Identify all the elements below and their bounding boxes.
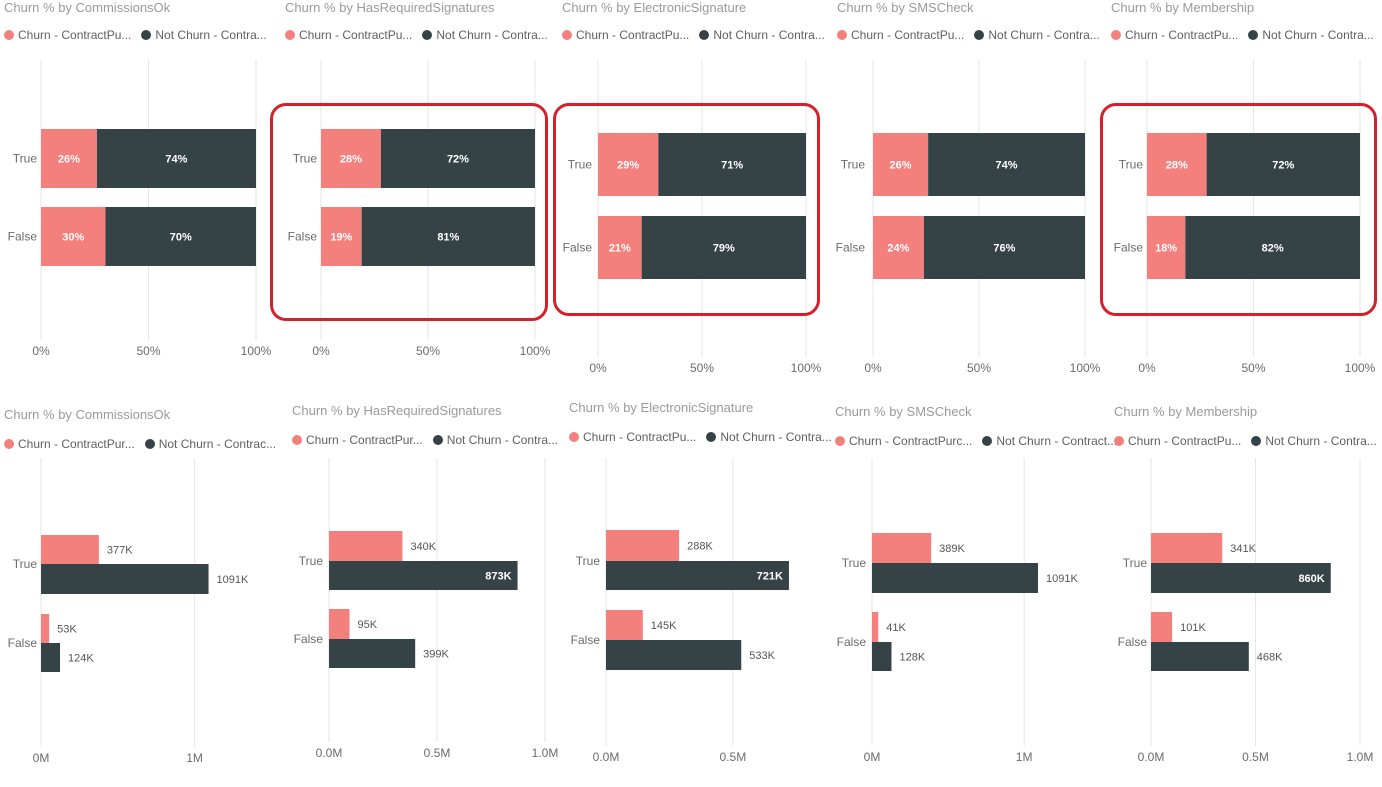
bar-not-churn[interactable]: [41, 564, 209, 594]
y-category-label: False: [1118, 635, 1148, 649]
bar-not-churn[interactable]: [41, 643, 61, 672]
x-tick-label: 0M: [864, 750, 881, 764]
bar-not-churn[interactable]: [329, 639, 416, 668]
bar-churn[interactable]: [329, 609, 350, 639]
x-tick-label: 1M: [1016, 750, 1033, 764]
bar-not-churn[interactable]: [872, 563, 1038, 593]
bar-churn[interactable]: [1151, 612, 1173, 642]
x-tick-label: 0%: [312, 344, 330, 358]
x-tick-label: 1M: [186, 751, 203, 765]
bar-churn[interactable]: [1151, 533, 1223, 563]
bar-churn[interactable]: [872, 612, 879, 642]
highlight-outline: [553, 103, 820, 316]
y-category-label: False: [8, 230, 38, 244]
bar-churn[interactable]: [606, 530, 680, 561]
x-tick-label: 0%: [864, 361, 882, 375]
data-label: 389K: [939, 543, 965, 555]
y-category-label: False: [8, 636, 38, 650]
x-tick-label: 1.0M: [1347, 750, 1374, 764]
data-label: 74%: [996, 160, 1018, 172]
data-label: 873K: [485, 571, 511, 583]
y-category-label: False: [837, 635, 867, 649]
data-label: 340K: [410, 541, 436, 553]
data-label: 399K: [423, 649, 449, 661]
data-label: 721K: [757, 571, 783, 583]
x-tick-label: 0.0M: [593, 750, 620, 764]
data-label: 341K: [1230, 543, 1256, 555]
chart-plot: 0M 1M 377K 1091K True 53K 124K False: [8, 458, 249, 765]
x-tick-label: 0.5M: [720, 750, 747, 764]
data-label: 533K: [749, 650, 775, 662]
data-label: 26%: [58, 154, 80, 166]
y-category-label: True: [576, 554, 601, 568]
data-label: 128K: [899, 652, 925, 664]
data-label: 41K: [886, 622, 906, 634]
data-label: 101K: [1180, 622, 1206, 634]
data-label: 1091K: [1046, 573, 1078, 585]
y-category-label: False: [294, 632, 324, 646]
bar-not-churn[interactable]: [872, 642, 892, 671]
y-category-label: True: [842, 556, 867, 570]
x-tick-label: 0.5M: [424, 746, 451, 760]
x-tick-label: 50%: [690, 361, 714, 375]
x-tick-label: 50%: [1241, 361, 1265, 375]
x-tick-label: 1.0M: [532, 746, 559, 760]
chart-plot: 0.0M 0.5M 288K 721K True 145K 533K False: [571, 458, 789, 764]
data-label: 70%: [170, 232, 192, 244]
highlight-outline: [1100, 103, 1377, 316]
y-category-label: True: [13, 152, 38, 166]
bar-churn[interactable]: [329, 531, 403, 561]
data-label: 124K: [68, 653, 94, 665]
data-label: 468K: [1257, 652, 1283, 664]
bar-churn[interactable]: [606, 610, 643, 640]
data-label: 26%: [890, 160, 912, 172]
data-label: 377K: [107, 545, 133, 557]
x-tick-label: 100%: [1345, 361, 1376, 375]
chart-plot: 0M 1M 389K 1091K True 41K 128K False: [837, 458, 1078, 764]
chart-plot: 0.0M 0.5M 1.0M 340K 873K True 95K 399K False: [294, 458, 559, 760]
bar-not-churn[interactable]: [1151, 642, 1249, 671]
chart-plot: 0.0M 0.5M 1.0M 341K 860K True 101K 468K False: [1118, 458, 1374, 764]
bar-churn[interactable]: [41, 614, 50, 643]
data-label: 145K: [651, 620, 677, 632]
data-label: 53K: [57, 624, 77, 636]
data-label: 74%: [165, 154, 187, 166]
bar-not-churn[interactable]: [606, 640, 742, 670]
data-label: 860K: [1298, 573, 1324, 585]
y-category-label: True: [13, 557, 38, 571]
data-label: 1091K: [217, 574, 249, 586]
x-tick-label: 100%: [791, 361, 822, 375]
bar-churn[interactable]: [41, 535, 99, 564]
x-tick-label: 0.0M: [316, 746, 343, 760]
x-tick-label: 0%: [589, 361, 607, 375]
data-label: 288K: [687, 541, 713, 553]
bar-churn[interactable]: [872, 533, 932, 563]
chart-plot: 0% 50% 100% 26% 74% True 24% 76% False: [836, 60, 1101, 375]
x-tick-label: 100%: [241, 344, 272, 358]
chart-plot: 0% 50% 100% 26% 74% True 30% 70% False: [8, 60, 272, 358]
data-label: 24%: [887, 243, 909, 255]
data-label: 95K: [358, 619, 378, 631]
y-category-label: True: [1123, 556, 1148, 570]
x-tick-label: 50%: [967, 361, 991, 375]
data-label: 30%: [62, 232, 84, 244]
y-category-label: True: [299, 554, 324, 568]
x-tick-label: 50%: [416, 344, 440, 358]
x-tick-label: 0.5M: [1242, 750, 1269, 764]
x-tick-label: 0.0M: [1138, 750, 1165, 764]
x-tick-label: 50%: [136, 344, 160, 358]
x-tick-label: 0%: [1138, 361, 1156, 375]
y-category-label: False: [571, 633, 601, 647]
highlight-outline: [270, 103, 548, 321]
y-category-label: True: [841, 158, 866, 172]
x-tick-label: 100%: [1070, 361, 1101, 375]
data-label: 76%: [993, 243, 1015, 255]
y-category-label: False: [836, 241, 866, 255]
x-tick-label: 0M: [33, 751, 50, 765]
x-tick-label: 100%: [520, 344, 551, 358]
x-tick-label: 0%: [32, 344, 50, 358]
